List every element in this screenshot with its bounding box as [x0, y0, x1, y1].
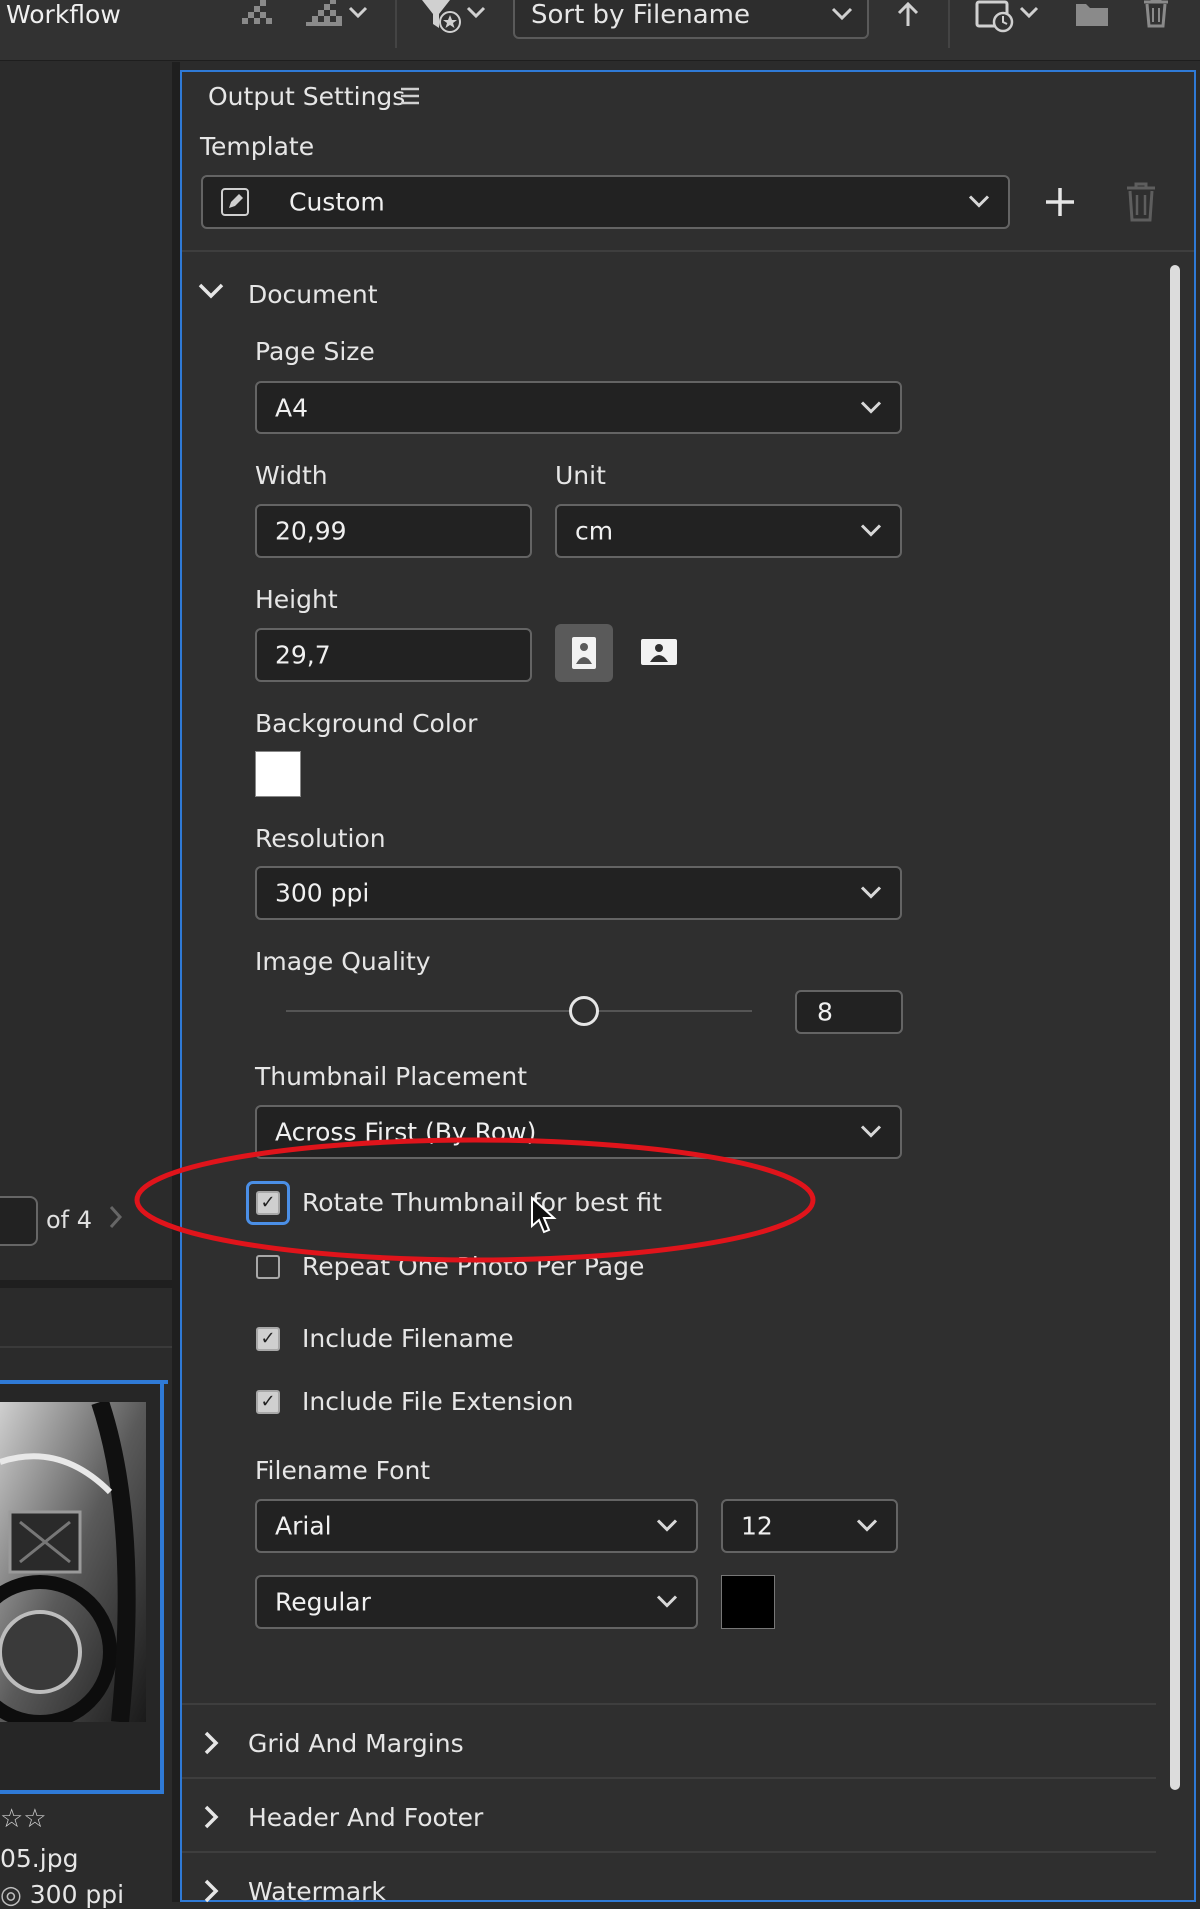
quality-slider-track[interactable]: [286, 1010, 752, 1012]
unit-dropdown[interactable]: cm: [555, 504, 902, 558]
sort-dropdown[interactable]: Sort by Filename: [513, 0, 869, 39]
annotation-ellipse: [130, 1130, 820, 1274]
thumbnail-card[interactable]: [0, 1384, 164, 1794]
delete-template-icon[interactable]: [1124, 182, 1158, 226]
chevron-down-icon: [656, 1590, 678, 1615]
toolbar-divider: [395, 0, 397, 48]
trash-icon[interactable]: [1140, 0, 1172, 34]
panel-title: Output Settings: [208, 82, 406, 111]
grid-and-margins-header[interactable]: Grid And Margins: [248, 1729, 464, 1758]
resolution-value: 300 ppi: [29, 1880, 125, 1909]
workflow-label[interactable]: Workflow: [6, 0, 121, 30]
unit-value: cm: [575, 516, 614, 546]
landscape-orientation-button[interactable]: [640, 638, 678, 670]
font-size-dropdown[interactable]: 12: [721, 1499, 898, 1553]
include-filename-checkbox[interactable]: ✓: [256, 1327, 280, 1351]
font-color-swatch[interactable]: [721, 1575, 775, 1629]
mouse-cursor-icon: [530, 1195, 558, 1240]
image-quality-label: Image Quality: [255, 947, 431, 976]
page-number-input[interactable]: [0, 1196, 38, 1246]
chevron-down-icon: [860, 395, 882, 420]
resolution-label: ◎ 300 ppi: [0, 1880, 124, 1909]
scrollbar[interactable]: [1170, 265, 1180, 1790]
chevron-down-icon: [860, 881, 882, 906]
width-input[interactable]: 20,99: [255, 504, 532, 558]
document-section-header[interactable]: Document: [248, 280, 378, 309]
template-dropdown[interactable]: Custom: [201, 175, 1010, 229]
section-divider: [182, 250, 1194, 252]
header-and-footer-header[interactable]: Header And Footer: [248, 1803, 483, 1832]
content-panel: of 4 ☆☆ 05.jpg ◎ 300 ppi: [0, 62, 172, 1909]
chevron-down-icon: [968, 190, 990, 215]
panel-divider: [0, 1346, 172, 1348]
top-toolbar: Workflow Sort by Filename: [0, 0, 1200, 61]
chevron-down-icon: [831, 2, 853, 27]
expand-grid-icon[interactable]: [203, 1730, 219, 1760]
thumbnail-size-small-icon[interactable]: [236, 0, 272, 34]
background-color-swatch[interactable]: [255, 751, 301, 797]
section-divider: [182, 1777, 1156, 1779]
quality-value: 8: [817, 997, 833, 1027]
portrait-orientation-button[interactable]: [555, 624, 613, 682]
font-size-value: 12: [741, 1511, 773, 1541]
panel-menu-icon[interactable]: [400, 86, 420, 110]
thumbnail-placement-label: Thumbnail Placement: [255, 1062, 528, 1091]
chevron-down-icon: [656, 1514, 678, 1539]
edit-icon: [221, 188, 249, 220]
folder-icon[interactable]: [1074, 0, 1110, 34]
page-size-dropdown[interactable]: A4: [255, 381, 902, 434]
panel-splitter[interactable]: [172, 62, 180, 1902]
separator-glyph: ◎: [0, 1880, 30, 1909]
landscape-icon: [641, 639, 677, 665]
unit-label: Unit: [555, 461, 606, 490]
font-style-value: Regular: [275, 1587, 371, 1617]
motorcycle-thumbnail: [0, 1399, 146, 1729]
portrait-icon: [572, 637, 596, 669]
chevron-down-icon: [856, 1514, 878, 1539]
page-size-label: Page Size: [255, 337, 375, 366]
rating-stars[interactable]: ☆☆: [0, 1804, 47, 1834]
expand-header-footer-icon[interactable]: [203, 1804, 219, 1834]
chevron-down-icon: [860, 519, 882, 544]
template-value: Custom: [289, 187, 385, 217]
page-count-label: of 4: [46, 1206, 93, 1234]
height-input[interactable]: 29,7: [255, 628, 532, 682]
include-extension-checkbox[interactable]: ✓: [256, 1390, 280, 1414]
recent-files-icon[interactable]: [975, 0, 1045, 40]
font-style-dropdown[interactable]: Regular: [255, 1575, 698, 1629]
filter-star-icon[interactable]: [420, 0, 490, 40]
font-family-value: Arial: [275, 1511, 332, 1541]
panel-divider: [0, 1280, 172, 1288]
background-color-label: Background Color: [255, 709, 478, 738]
quality-value-input[interactable]: 8: [795, 990, 903, 1034]
section-divider: [182, 1851, 1156, 1853]
height-value: 29,7: [275, 640, 331, 670]
page-size-value: A4: [275, 393, 309, 422]
expand-watermark-icon[interactable]: [203, 1878, 219, 1908]
collapse-document-icon[interactable]: [198, 282, 224, 304]
filename-font-label: Filename Font: [255, 1456, 431, 1485]
resolution-value: 300 ppi: [275, 878, 370, 908]
width-value: 20,99: [275, 516, 347, 546]
sort-ascending-icon[interactable]: [896, 1, 920, 34]
filename-label: 05.jpg: [0, 1844, 79, 1873]
height-label: Height: [255, 585, 338, 614]
toolbar-divider: [948, 0, 950, 48]
next-page-icon[interactable]: [108, 1204, 124, 1234]
resolution-dropdown[interactable]: 300 ppi: [255, 866, 902, 920]
add-template-icon[interactable]: [1044, 186, 1076, 222]
sort-dropdown-label: Sort by Filename: [531, 0, 750, 30]
template-label: Template: [200, 132, 315, 161]
section-divider: [182, 1703, 1156, 1705]
resolution-label: Resolution: [255, 824, 386, 853]
chevron-down-icon: [860, 1120, 882, 1145]
font-family-dropdown[interactable]: Arial: [255, 1499, 698, 1553]
width-label: Width: [255, 461, 328, 490]
include-extension-label[interactable]: Include File Extension: [302, 1387, 573, 1416]
include-filename-label[interactable]: Include Filename: [302, 1324, 514, 1353]
thumbnail-size-menu-icon[interactable]: [306, 0, 372, 34]
